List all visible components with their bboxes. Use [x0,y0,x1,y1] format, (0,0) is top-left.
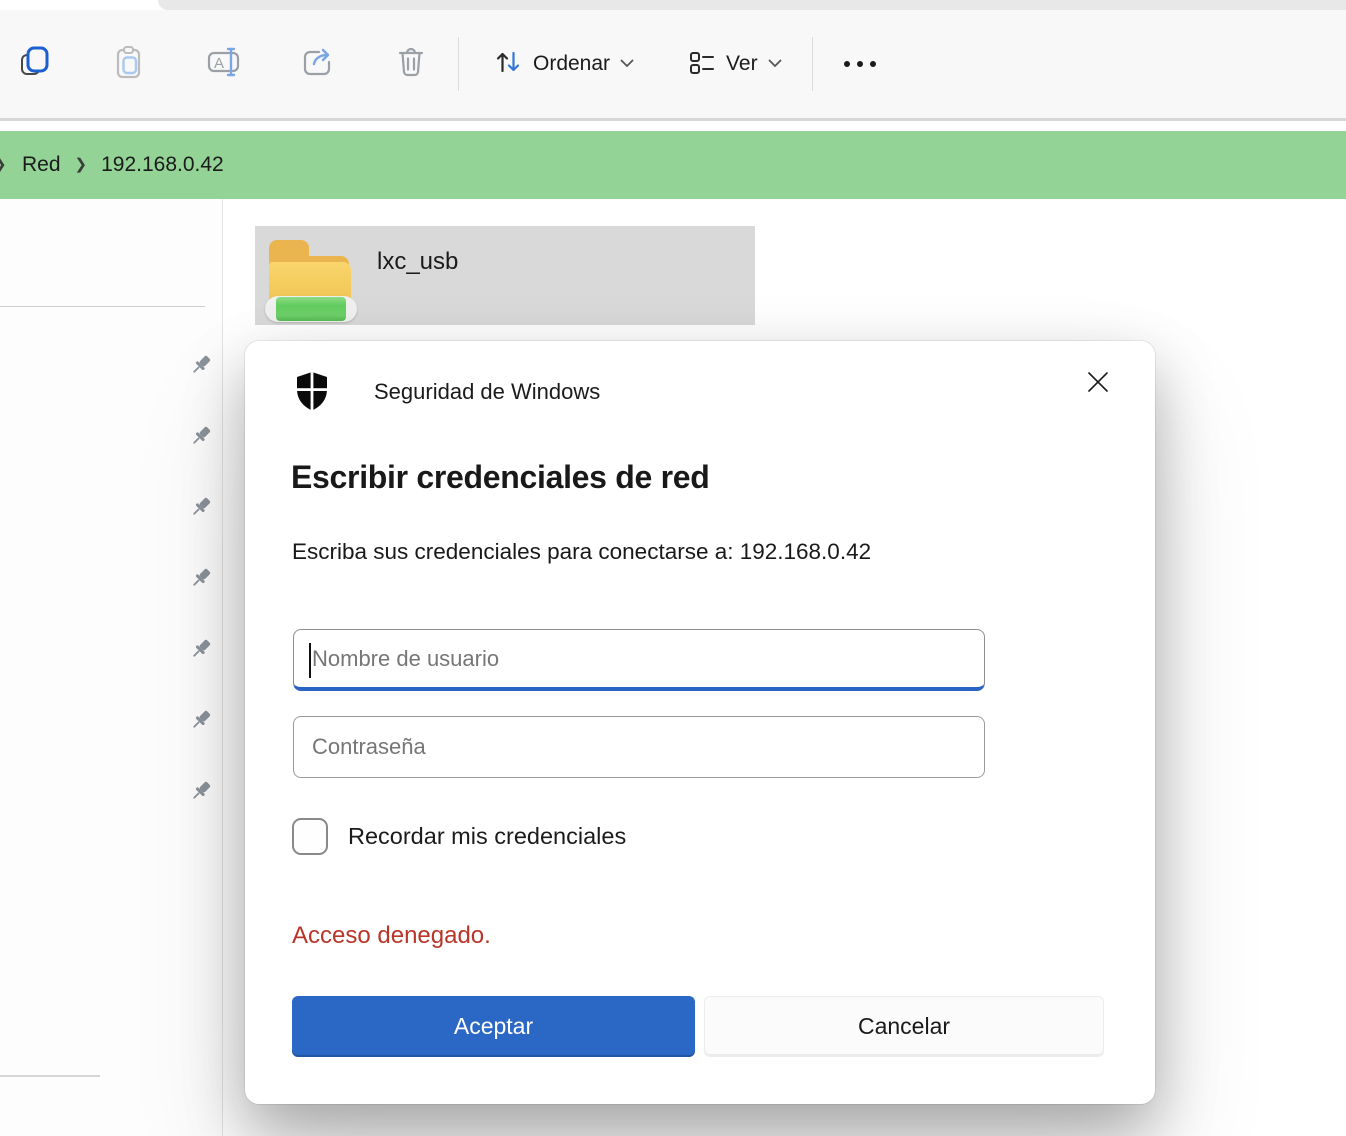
dialog-app-title: Seguridad de Windows [374,379,600,405]
pin-icon [188,778,214,804]
file-item-lxc-usb[interactable]: lxc_usb [255,226,755,325]
pinned-item[interactable] [188,707,214,738]
pin-icon [188,352,214,378]
pin-icon [188,565,214,591]
pinned-item[interactable] [188,636,214,667]
chevron-right-icon: ❯ [75,155,88,173]
username-input[interactable] [293,629,985,691]
more-icon [844,61,876,67]
sidebar-divider [0,306,205,307]
sort-icon [493,47,523,82]
paste-button[interactable] [96,31,162,97]
remember-credentials-checkbox[interactable] [292,818,328,855]
svg-text:A: A [214,55,224,72]
toolbar-separator [458,37,459,91]
usb-folder-icon [267,236,355,320]
windows-security-dialog: Seguridad de Windows Escribir credencial… [245,341,1155,1104]
access-denied-error: Acceso denegado. [292,922,491,950]
delete-button[interactable] [378,31,444,97]
pinned-item[interactable] [188,423,214,454]
rename-button[interactable]: A [190,31,256,97]
paste-icon [111,44,147,85]
breadcrumb-host[interactable]: 192.168.0.42 [101,153,224,177]
text-caret [309,643,311,678]
accept-button[interactable]: Aceptar [292,996,695,1057]
dialog-subtitle: Escriba sus credenciales para conectarse… [292,539,871,565]
pin-icon [188,423,214,449]
close-button[interactable] [1069,355,1127,413]
pin-icon [188,494,214,520]
tab-strip [0,0,1346,10]
view-label: Ver [726,52,758,76]
close-icon [1086,370,1110,399]
pinned-item[interactable] [188,494,214,525]
file-item-label: lxc_usb [377,248,458,276]
pin-icon [188,636,214,662]
sort-dropdown[interactable]: Ordenar [479,36,648,92]
toolbar-divider [0,118,1346,121]
cancel-button[interactable]: Cancelar [704,996,1104,1057]
toolbar-separator [812,37,813,91]
dialog-title: Escribir credenciales de red [291,459,710,496]
pinned-item[interactable] [188,352,214,383]
view-dropdown[interactable]: Ver [674,36,796,92]
remember-credentials-label: Recordar mis credenciales [348,823,626,850]
more-options-button[interactable] [827,31,893,97]
share-icon [299,44,335,85]
view-icon [688,48,716,81]
delete-icon [393,44,429,85]
tab-strip-remainder [158,0,1346,10]
password-input[interactable] [293,716,985,778]
windows-security-shield-icon [295,371,329,416]
chevron-right-icon: ❯ [0,155,7,173]
chevron-down-icon [620,55,634,73]
pinned-items-column [188,352,214,809]
breadcrumb-network[interactable]: Red [22,153,61,177]
sort-label: Ordenar [533,52,610,76]
command-toolbar: A [0,10,1346,118]
address-bar[interactable]: ❯ Red ❯ 192.168.0.42 [0,131,1346,199]
share-button[interactable] [284,31,350,97]
copy-icon [17,44,53,85]
pin-icon [188,707,214,733]
rename-icon: A [204,44,242,85]
chevron-down-icon [768,55,782,73]
sidebar-divider [0,1075,100,1077]
pinned-item[interactable] [188,778,214,809]
pinned-item[interactable] [188,565,214,596]
copy-button[interactable] [2,31,68,97]
